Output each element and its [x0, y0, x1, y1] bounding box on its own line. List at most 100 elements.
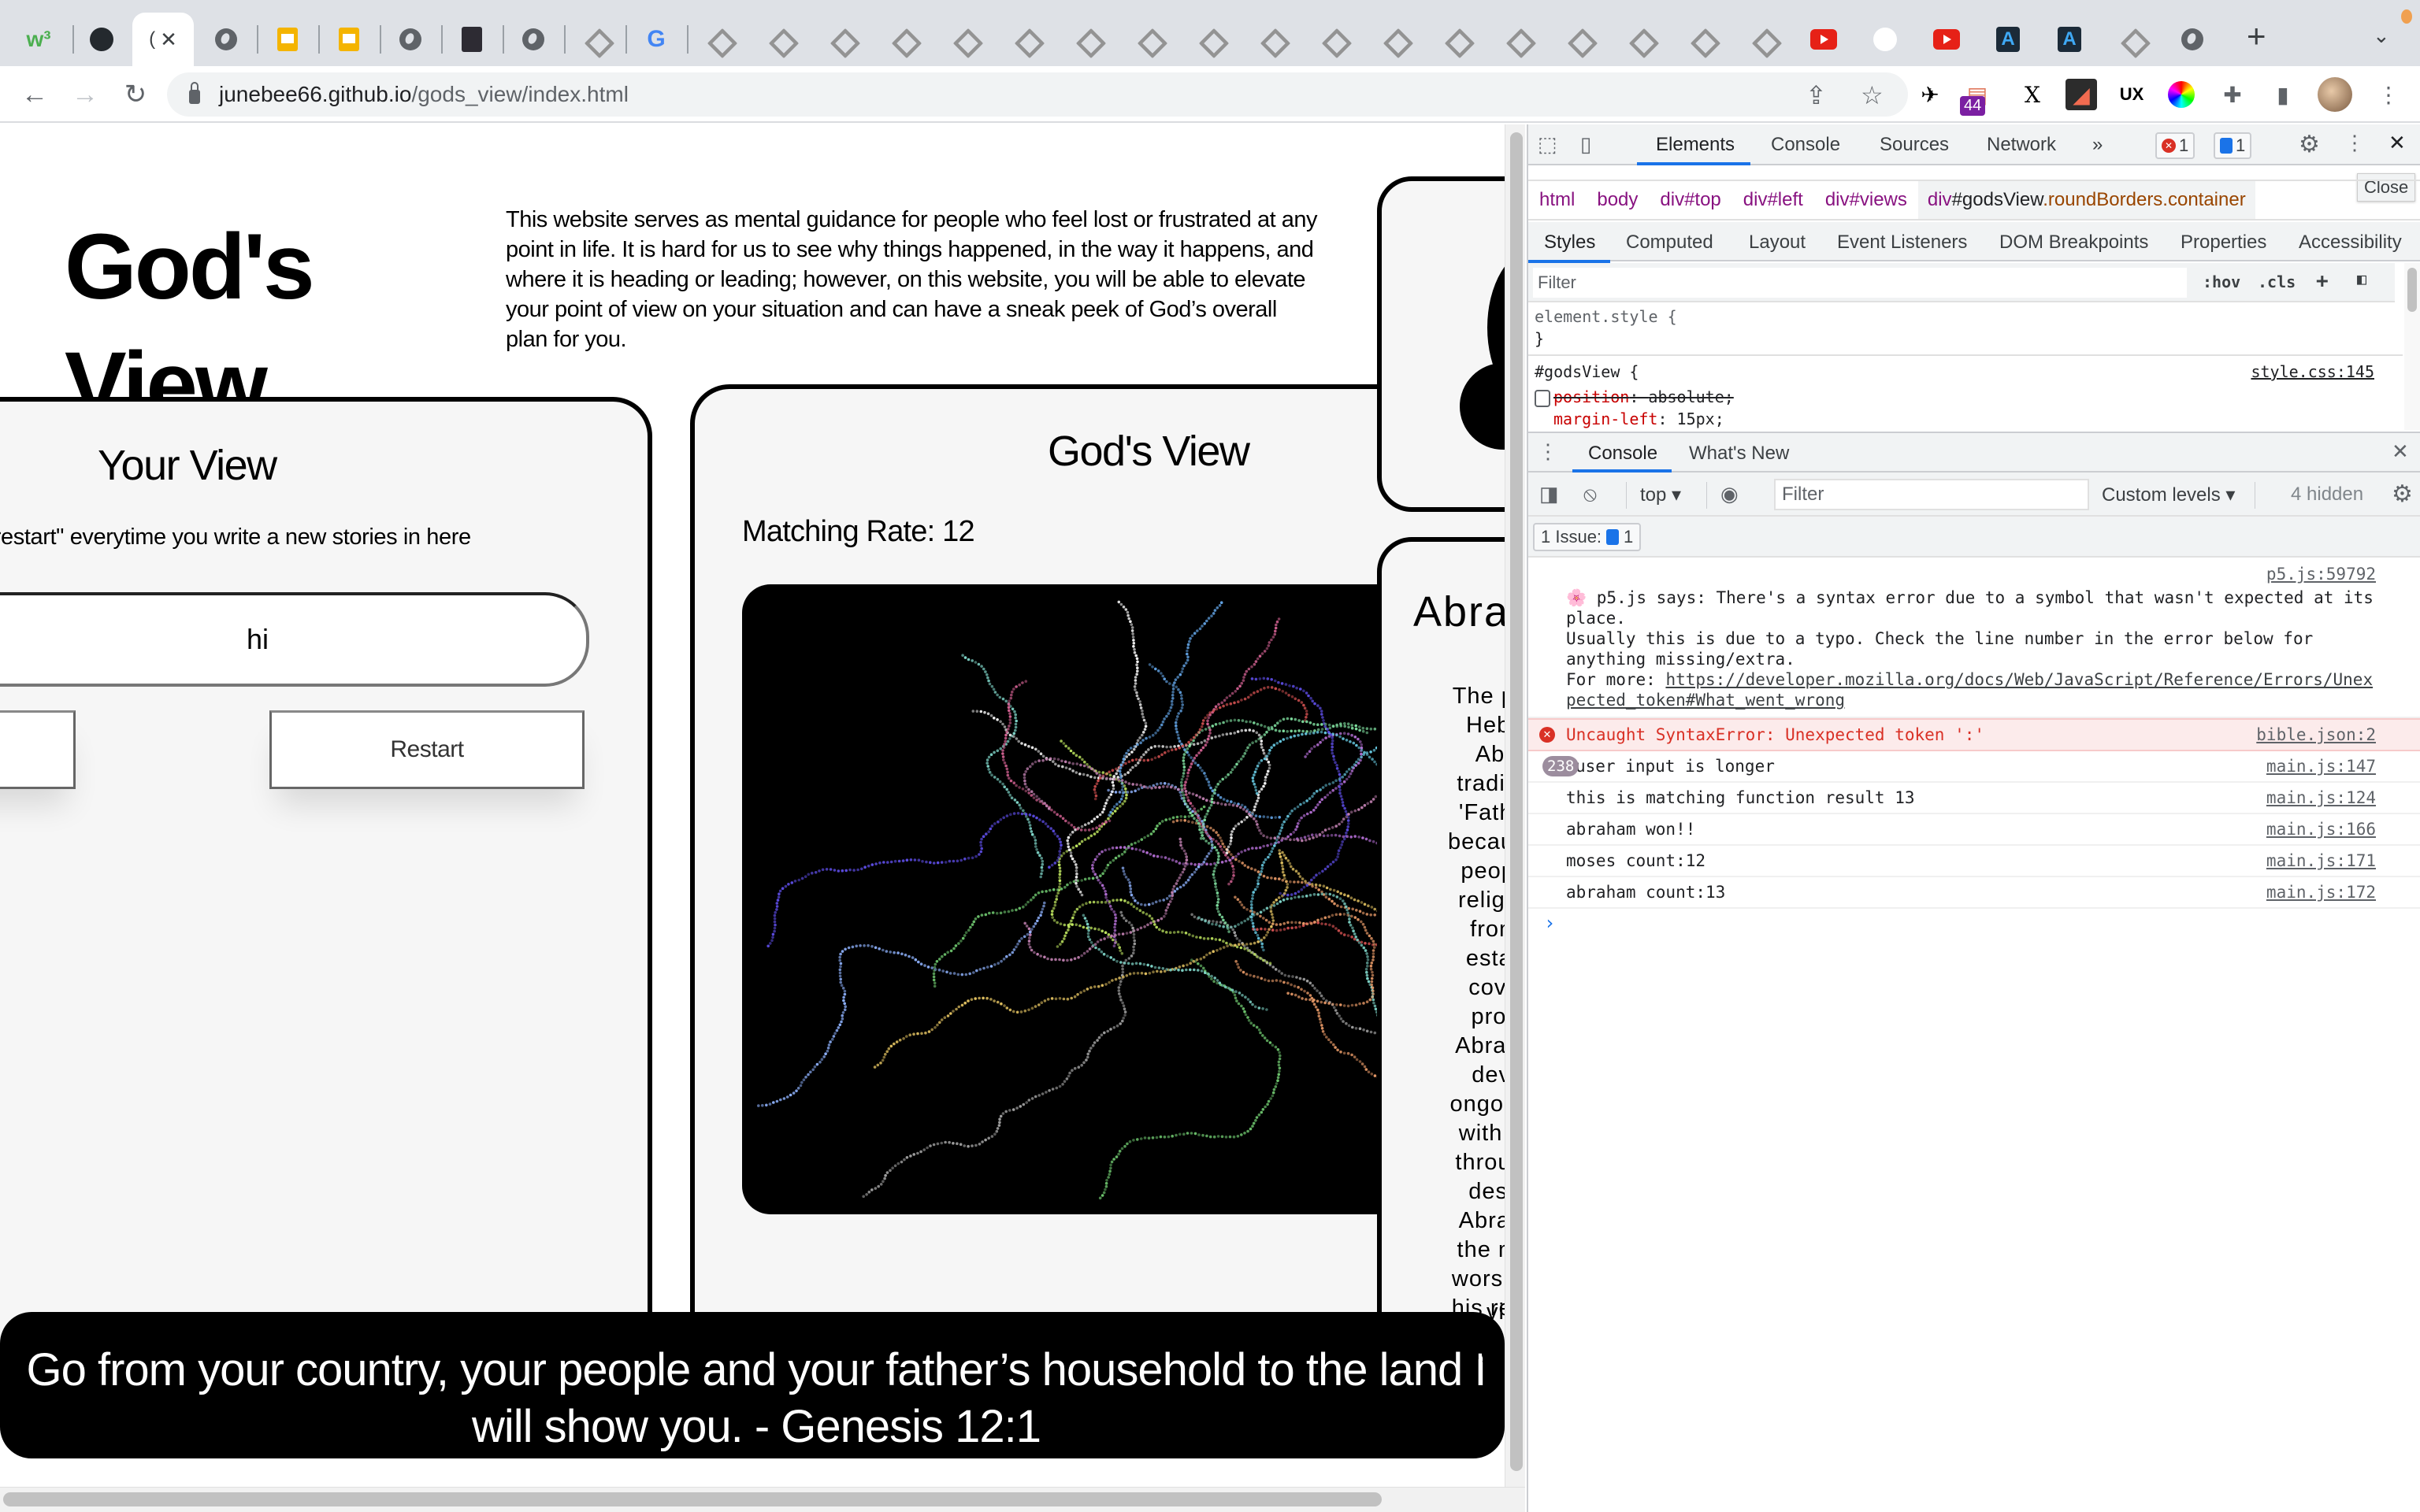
new-style-rule-icon[interactable]: + — [2316, 269, 2329, 293]
send-icon[interactable]: ✈ — [1914, 79, 1946, 110]
tab-unity[interactable] — [994, 22, 1056, 57]
share-icon[interactable]: ⇪ — [1806, 80, 1827, 110]
log-source-link[interactable]: main.js:124 — [2266, 788, 2376, 808]
rule-selector[interactable]: #godsView { — [1535, 362, 1639, 381]
tab-unity[interactable] — [564, 22, 625, 57]
profile-avatar[interactable] — [2318, 77, 2352, 112]
new-tab-button[interactable]: + — [2247, 17, 2266, 55]
tab-pattern[interactable] — [441, 22, 503, 57]
color-picker-icon[interactable] — [2168, 81, 2195, 108]
tab-unity[interactable] — [1240, 22, 1301, 57]
style-prop-position[interactable]: position: absolute; — [1535, 387, 1734, 407]
tab-unity[interactable] — [1117, 22, 1178, 57]
drawer-tab-console[interactable]: Console — [1588, 443, 1657, 465]
subtab-computed[interactable]: Computed — [1626, 232, 1713, 254]
more-tabs-button[interactable]: » — [2092, 134, 2103, 156]
tab-youtube[interactable] — [1916, 22, 1977, 57]
breadcrumb-godsview[interactable]: div#godsView.roundBorders.container — [1917, 181, 2255, 219]
tab-unity[interactable] — [1609, 22, 1670, 57]
restart-button[interactable]: Restart — [269, 710, 585, 789]
log-source-link[interactable]: main.js:166 — [2266, 819, 2376, 839]
tab-unity[interactable] — [1424, 22, 1486, 57]
ux-check-icon[interactable]: UX — [2116, 79, 2147, 110]
device-toolbar-icon[interactable]: ▯ — [1580, 132, 1591, 157]
forward-button[interactable]: → — [66, 76, 104, 113]
styles-filter-input[interactable]: Filter — [1533, 268, 2187, 298]
address-bar[interactable]: junebee66.github.io/gods_view/index.html… — [167, 72, 1908, 117]
bookmark-star-icon[interactable]: ☆ — [1861, 80, 1884, 110]
scroll-thumb[interactable] — [1510, 132, 1523, 1471]
live-expression-eye-icon[interactable]: ◉ — [1720, 482, 1739, 506]
tab-unity[interactable] — [1731, 22, 1793, 57]
breadcrumb-body[interactable]: body — [1597, 189, 1638, 211]
tab-github[interactable] — [71, 22, 132, 57]
error-count-badge[interactable]: ✕ 1 — [2155, 132, 2195, 159]
subtab-event-listeners[interactable]: Event Listeners — [1837, 232, 1967, 254]
tab-sources[interactable]: Sources — [1880, 134, 1949, 156]
prop-checkbox[interactable] — [1535, 389, 1550, 407]
settings-gear-icon[interactable]: ⚙ — [2299, 131, 2320, 158]
tab-elements[interactable]: Elements — [1656, 134, 1735, 156]
console-prompt[interactable]: › — [1544, 912, 1555, 934]
tab-slides[interactable] — [257, 22, 318, 57]
tab-unity[interactable] — [687, 22, 748, 57]
tab-unity[interactable] — [748, 22, 810, 57]
mdn-link[interactable]: https://developer.mozilla.org/docs/Web/J… — [1566, 670, 2373, 710]
tab-globe[interactable] — [503, 22, 564, 57]
devtools-menu-icon[interactable]: ⋮ — [2344, 131, 2365, 155]
tab-console[interactable]: Console — [1771, 134, 1840, 156]
close-devtools-icon[interactable]: ✕ — [2388, 131, 2406, 155]
puzzle-icon[interactable]: ✚ — [2217, 79, 2248, 110]
breadcrumb-top[interactable]: div#top — [1660, 189, 1720, 211]
tab-unity[interactable] — [871, 22, 933, 57]
tab-artstation[interactable]: A — [2039, 22, 2100, 57]
subtab-layout[interactable]: Layout — [1749, 232, 1806, 254]
tab-youtube[interactable] — [1793, 22, 1854, 57]
tab-unity[interactable] — [2100, 22, 2162, 57]
drawer-menu-icon[interactable]: ⋮ — [1538, 439, 1558, 464]
tab-close-icon[interactable]: ✕ — [160, 28, 177, 52]
browser-menu-icon[interactable]: ⋮ — [2373, 79, 2404, 110]
toggle-sidebar-icon[interactable]: ◧ — [2357, 269, 2366, 288]
tab-network[interactable]: Network — [1987, 134, 2056, 156]
issues-button[interactable]: 1 Issue: 1 — [1533, 523, 1642, 551]
log-source-link[interactable]: p5.js:59792 — [2266, 564, 2376, 584]
clear-console-icon[interactable]: ⦸ — [1583, 482, 1597, 507]
tab-unity[interactable] — [1363, 22, 1424, 57]
tab-globe[interactable] — [2162, 22, 2223, 57]
breadcrumb-views[interactable]: div#views — [1825, 189, 1907, 211]
sidebar-icon[interactable]: ▮ — [2267, 79, 2299, 110]
tab-unity[interactable] — [1670, 22, 1731, 57]
tab-globe[interactable] — [195, 22, 257, 57]
notion-icon[interactable]: X — [2017, 79, 2048, 110]
subtab-dom-breakpoints[interactable]: DOM Breakpoints — [1999, 232, 2148, 254]
page-horizontal-scrollbar[interactable] — [0, 1487, 1525, 1512]
back-button[interactable]: ← — [16, 76, 54, 113]
tab-w3schools[interactable]: w³ — [8, 22, 69, 57]
tab-unity[interactable] — [810, 22, 871, 57]
log-source-link[interactable]: main.js:172 — [2266, 882, 2376, 902]
tab-unity[interactable] — [1056, 22, 1117, 57]
tab-globe[interactable] — [380, 22, 441, 57]
tab-artstation[interactable]: A — [1977, 22, 2039, 57]
tab-slides[interactable] — [318, 22, 380, 57]
context-selector[interactable]: top ▾ — [1640, 484, 1681, 506]
tab-google[interactable]: G — [625, 22, 687, 57]
tab-unity[interactable] — [1547, 22, 1609, 57]
tab-unity[interactable] — [1178, 22, 1240, 57]
subtab-accessibility[interactable]: Accessibility — [2299, 232, 2402, 254]
rule-source-link[interactable]: style.css:145 — [2251, 362, 2374, 381]
cls-toggle[interactable]: .cls — [2258, 272, 2296, 291]
submit-button[interactable] — [0, 710, 76, 789]
breadcrumb-left[interactable]: div#left — [1743, 189, 1803, 211]
subtab-styles[interactable]: Styles — [1544, 232, 1595, 254]
page-vertical-scrollbar[interactable] — [1505, 124, 1525, 1487]
styles-scrollbar[interactable] — [2404, 263, 2420, 430]
story-input[interactable]: hi — [0, 592, 589, 687]
log-source-link[interactable]: main.js:147 — [2266, 756, 2376, 776]
style-prop-margin-left[interactable]: margin-left: 15px; — [1553, 410, 1724, 428]
scroll-thumb[interactable] — [3, 1492, 1382, 1506]
log-levels-dropdown[interactable]: Custom levels ▾ — [2102, 484, 2235, 506]
subtab-properties[interactable]: Properties — [2181, 232, 2266, 254]
reload-button[interactable]: ↻ — [117, 76, 154, 113]
